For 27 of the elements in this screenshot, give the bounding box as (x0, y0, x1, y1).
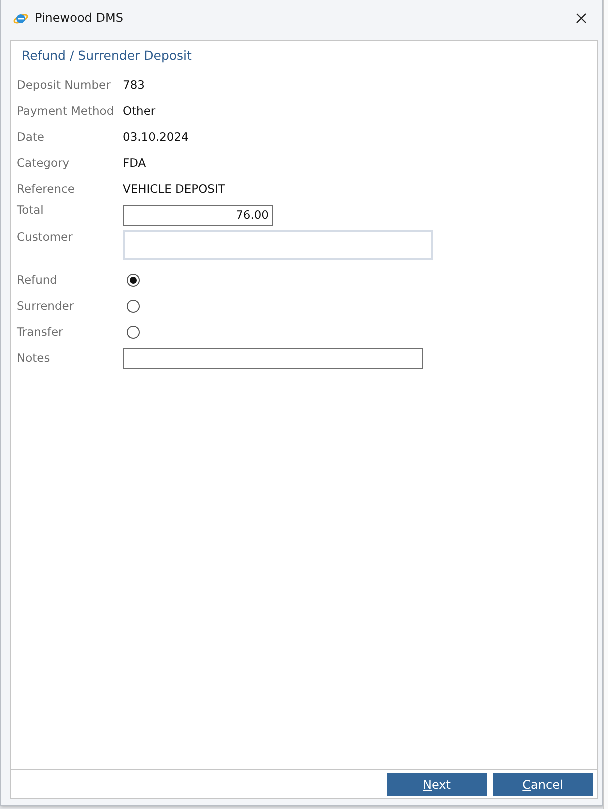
radio-button[interactable] (127, 326, 140, 338)
field-value: Other (123, 104, 156, 118)
customer-field[interactable] (123, 230, 433, 260)
field-label: Notes (17, 351, 52, 365)
field-label: Category (17, 156, 71, 170)
field-label: Customer (17, 230, 74, 244)
field-label: Reference (17, 182, 76, 196)
field-value: 783 (123, 78, 145, 92)
field-label: Deposit Number (17, 78, 112, 92)
close-icon (576, 12, 586, 24)
cancel-button[interactable]: Cancel (493, 773, 593, 796)
window-title: Pinewood DMS (35, 11, 124, 25)
field-value: 03.10.2024 (123, 130, 189, 144)
field-label: Payment Method (17, 104, 116, 118)
radio-button[interactable] (127, 274, 140, 286)
field-label: Refund (17, 273, 58, 287)
next-button[interactable]: Next (387, 773, 487, 796)
notes-field[interactable] (123, 348, 423, 368)
field-label: Transfer (17, 325, 64, 339)
field-value: FDA (123, 156, 146, 170)
radio-button[interactable] (127, 300, 140, 312)
field-label: Surrender (17, 299, 76, 313)
form-heading: Refund / Surrender Deposit (21, 48, 193, 65)
field-label: Date (17, 130, 46, 144)
field-value: VEHICLE DEPOSIT (123, 182, 226, 196)
amount-field[interactable]: 76.00 (123, 204, 273, 226)
field-label: Total (17, 202, 45, 217)
